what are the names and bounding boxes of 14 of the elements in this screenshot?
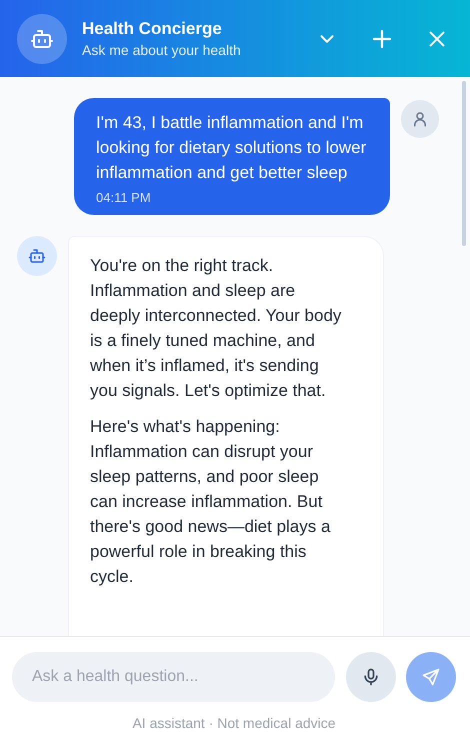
scrollbar[interactable] [462,81,466,246]
message-text: Here's what's happening: Inflammation can disrupt your sleep patterns, and poor sleep can increase inflammation. But there's good news—diet plays a powerful role in breaking this cycle. [90,416,332,588]
send-icon [421,667,441,687]
message-text: You're on the right track. Inflammation and sleep are deeply interconnected. Your body is a finely tuned machine, and when it’s inflamed, it's sending you signals. Let's optimize that. [90,255,342,402]
chat-subtitle: Ask me about your health [82,42,242,58]
chat-title: Health Concierge [82,19,223,39]
microphone-button[interactable] [346,652,396,702]
send-button[interactable] [406,652,456,702]
disclaimer-text: AI assistant · Not medical advice [132,715,336,731]
message-input[interactable]: Ask a health question... [12,652,335,702]
robot-icon [28,247,46,265]
person-icon [411,110,429,128]
message-time: 04:11 PM [96,190,152,205]
message-text: I'm 43, I battle inflammation and I'm looking for dietary solutions to lower inflammation and get better sleep [96,112,368,184]
